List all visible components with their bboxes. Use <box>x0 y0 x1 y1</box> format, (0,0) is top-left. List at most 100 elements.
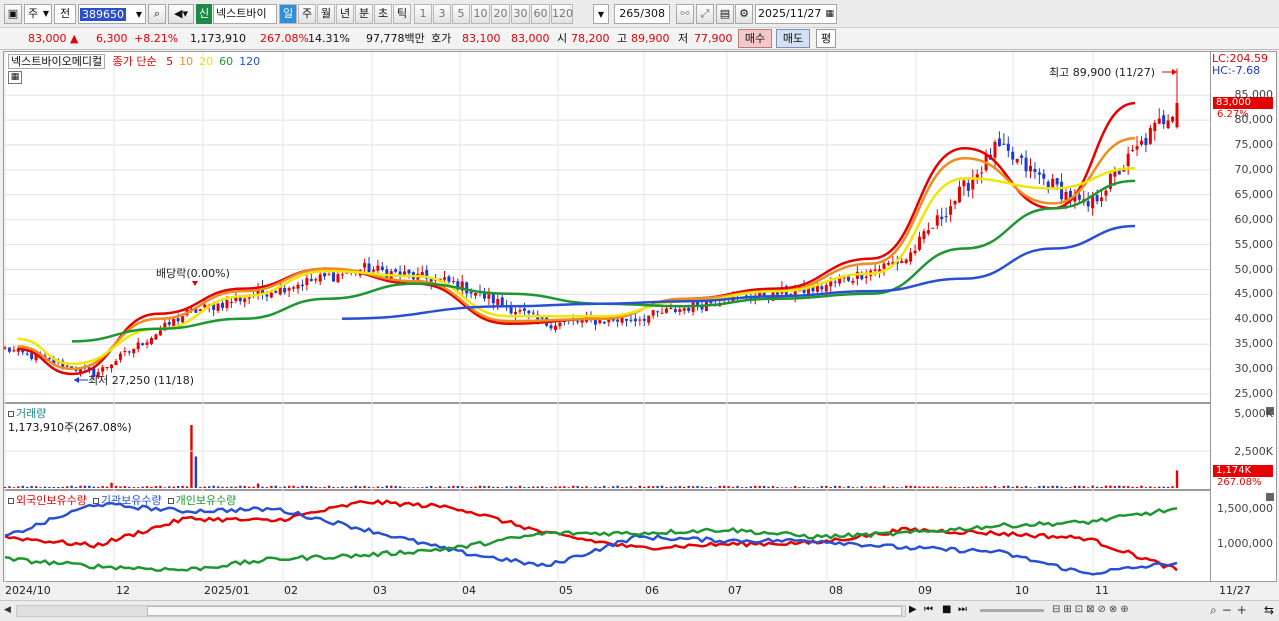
volume-bar <box>1078 485 1081 488</box>
volume-bar <box>221 486 224 488</box>
volume-bar <box>1131 486 1134 488</box>
candle-body <box>682 308 686 311</box>
volume-bar <box>1087 487 1090 488</box>
candle-body <box>305 278 309 286</box>
volume-bar <box>261 486 264 488</box>
volume-bar <box>1047 486 1050 488</box>
zoom-fit-icon[interactable]: ⇆ <box>1264 603 1274 617</box>
holding-axis-label: 1,500,000 <box>1217 502 1273 515</box>
forward-icon[interactable]: ⏭ <box>958 604 967 615</box>
candle-body <box>629 319 633 321</box>
volume-bar <box>88 485 91 488</box>
volume-bar <box>807 487 810 488</box>
x-axis-label: 2024/10 <box>5 584 51 597</box>
volume-bar <box>833 485 837 488</box>
scroll-right-icon[interactable]: ▶ <box>909 604 917 615</box>
candle-body <box>154 334 158 340</box>
volume-bar <box>1069 487 1072 488</box>
volume-bar <box>505 486 508 488</box>
candle-body <box>931 227 935 229</box>
price-legend: 넥스트바이오메디컬 종가 단순 5 10 20 60 120 <box>8 53 260 69</box>
zoom-controls-icons[interactable]: ⌕−+ <box>1210 603 1252 618</box>
candle-body <box>150 337 153 344</box>
volume-bar <box>1020 486 1023 488</box>
scroll-left-icon[interactable]: ◀ <box>4 605 11 615</box>
volume-bar <box>452 485 455 488</box>
volume-bar <box>1171 486 1174 488</box>
volume-bar <box>3 486 7 488</box>
candle-body <box>1126 153 1130 167</box>
candle-body <box>1104 190 1108 196</box>
volume-bar <box>700 486 704 488</box>
candle-body <box>838 278 842 284</box>
candle-body <box>269 292 273 298</box>
volume-bar <box>1100 486 1103 488</box>
volume-bar <box>301 485 304 488</box>
candle-body <box>824 285 828 292</box>
volume-bar <box>731 486 735 488</box>
ma-period-label: 10 <box>179 55 194 68</box>
volume-bar <box>825 485 828 488</box>
candle-body <box>1033 168 1037 173</box>
volume-bar <box>758 486 761 488</box>
volume-bar <box>718 485 721 488</box>
volume-bar <box>181 485 184 488</box>
candle-body <box>980 172 984 174</box>
volume-bar <box>292 485 295 488</box>
grid-toggle-icon[interactable]: ▦ <box>8 71 22 84</box>
ma-title: 종가 단순 <box>112 55 157 68</box>
volume-bar <box>1126 486 1130 488</box>
candle-body <box>669 307 673 310</box>
volume-bar <box>372 487 375 488</box>
volume-bar <box>1064 487 1068 488</box>
candle-body <box>238 297 242 302</box>
candle-body <box>1166 120 1170 129</box>
candle-body <box>651 310 655 316</box>
candle-body <box>403 271 407 275</box>
scrollbar-track[interactable] <box>16 605 906 617</box>
volume-bar <box>341 486 344 488</box>
candle-body <box>176 318 180 322</box>
volume-bar <box>79 485 82 488</box>
volume-bar <box>762 485 766 488</box>
volume-bar <box>323 486 326 488</box>
candle-body <box>993 141 997 158</box>
volume-bar <box>891 486 895 488</box>
pane-close-icon[interactable] <box>1266 493 1274 501</box>
y-axis-label: 55,000 <box>1234 237 1274 251</box>
volume-bar <box>878 487 881 488</box>
chart-tools-icons[interactable]: ⊟⊞⊡⊠⊘⊗⊕ <box>1052 604 1132 615</box>
volume-bar <box>572 485 575 488</box>
volume-bar <box>425 486 428 488</box>
volume-bar <box>332 486 335 488</box>
candle-body <box>225 300 229 308</box>
volume-bar <box>1024 486 1028 488</box>
volume-bar <box>736 485 739 488</box>
zoom-slider[interactable] <box>980 609 1044 612</box>
chart-svg <box>3 52 1210 582</box>
scrollbar-thumb[interactable] <box>147 606 902 616</box>
volume-bar <box>8 486 11 488</box>
volume-bar <box>225 486 229 488</box>
stop-icon[interactable]: ■ <box>942 604 951 615</box>
candle-body <box>407 269 411 274</box>
volume-bar <box>691 486 695 488</box>
candle-body <box>918 236 922 250</box>
volume-bar <box>318 487 322 488</box>
volume-bar <box>296 486 300 488</box>
rewind-icon[interactable]: ⏮ <box>924 604 933 615</box>
candle-body <box>522 308 526 311</box>
volume-bar <box>1135 486 1139 488</box>
candle-body <box>500 297 504 306</box>
volume-bar <box>687 486 690 488</box>
volume-bar <box>545 487 548 488</box>
volume-bar <box>869 486 872 488</box>
candle-body <box>123 351 127 353</box>
holding-legend-label: 기관보유수량 <box>100 494 162 507</box>
volume-bar <box>722 485 726 488</box>
volume-bar <box>12 487 16 488</box>
volume-bar <box>398 486 402 488</box>
candle-body <box>221 303 225 308</box>
candle-body <box>647 315 651 323</box>
volume-bar <box>931 486 935 488</box>
